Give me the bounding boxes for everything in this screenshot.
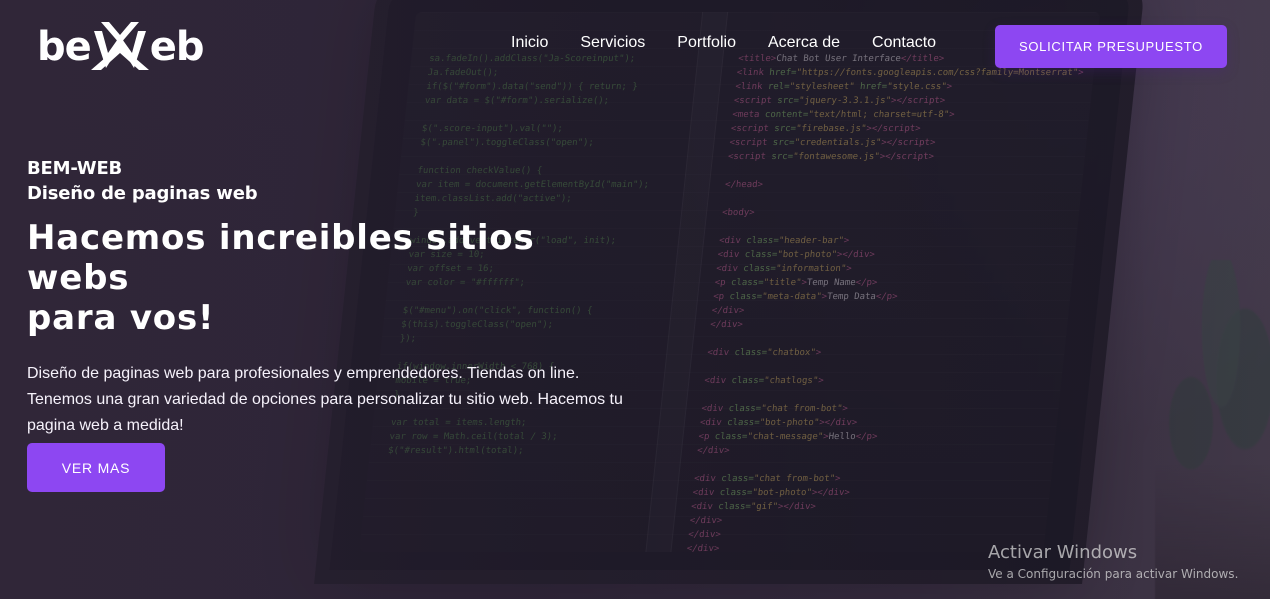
- nav-link-servicios[interactable]: Servicios: [580, 34, 645, 52]
- hero-description: Diseño de paginas web para profesionales…: [27, 364, 623, 434]
- windows-activation-subtitle: Ve a Configuración para activar Windows.: [988, 567, 1239, 581]
- windows-activation-notice: Activar Windows Ve a Configuración para …: [988, 541, 1258, 583]
- nav-link-acerca-de[interactable]: Acerca de: [768, 34, 840, 52]
- hero-title-line-2: para vos!: [27, 298, 215, 338]
- stylized-w-logo-icon: [90, 22, 149, 70]
- nav-link-contacto[interactable]: Contacto: [872, 34, 936, 52]
- brand-tagline: Diseño de paginas web: [27, 183, 258, 204]
- hero-section: sa.fadeIn().addClass("Ja-Scoreinput"); J…: [0, 0, 1270, 599]
- main-navigation: Inicio Servicios Portfolio Acerca de Con…: [511, 34, 936, 52]
- view-more-button[interactable]: VER MAS: [27, 443, 165, 492]
- request-quote-button[interactable]: SOLICITAR PRESUPUESTO: [995, 25, 1227, 68]
- nav-link-inicio[interactable]: Inicio: [511, 34, 548, 52]
- hero-title-line-1: Hacemos increibles sitios webs: [27, 218, 535, 298]
- logo-text-eb: eb: [149, 24, 205, 70]
- site-logo[interactable]: be eb: [37, 18, 213, 76]
- windows-activation-title: Activar Windows: [988, 542, 1138, 563]
- hero-title: Hacemos increibles sitios webs para vos!: [27, 218, 637, 338]
- nav-link-portfolio[interactable]: Portfolio: [677, 34, 736, 52]
- brand-name: BEM-WEB: [27, 158, 123, 179]
- hero-content: BEM-WEB Diseño de paginas web Hacemos in…: [27, 156, 707, 455]
- site-header: be eb Inicio Servicios Portfolio Acerca …: [0, 0, 1270, 95]
- logo-text-be: be: [37, 24, 92, 70]
